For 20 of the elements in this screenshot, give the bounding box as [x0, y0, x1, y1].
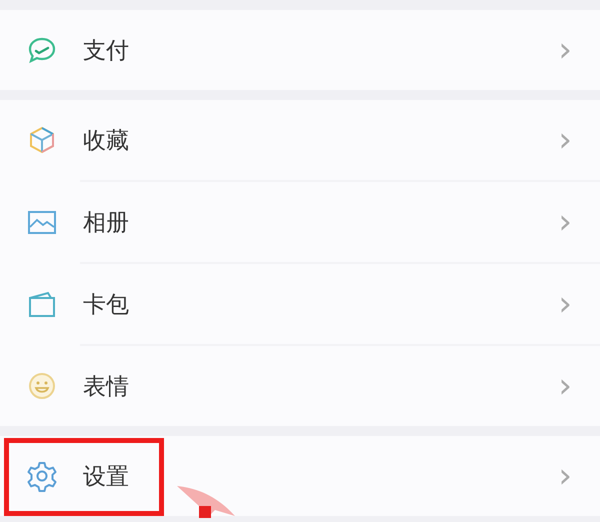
chevron-icon: › [558, 123, 572, 157]
menu-item[interactable]: 表情 › [0, 346, 600, 426]
smiley-icon [26, 370, 58, 402]
chevron-icon: › [558, 33, 572, 67]
menu-item[interactable]: 收藏 › [0, 100, 600, 180]
menu-label: 支付 [83, 36, 130, 66]
menu-item[interactable]: 设置 › [0, 436, 600, 516]
menu-item[interactable]: 卡包 › [0, 264, 600, 344]
menu-item[interactable]: 支付 › [0, 10, 600, 90]
chevron-icon: › [558, 369, 572, 403]
chevron-icon: › [558, 205, 572, 239]
menu-label: 卡包 [83, 290, 130, 320]
menu-label: 设置 [83, 462, 130, 492]
chevron-icon: › [558, 459, 572, 493]
settings-icon [26, 460, 58, 492]
menu-label: 相册 [83, 208, 130, 238]
menu-label: 收藏 [83, 126, 130, 156]
menu-item[interactable]: 相册 › [0, 182, 600, 262]
menu-label: 表情 [83, 372, 130, 402]
chevron-icon: › [558, 287, 572, 321]
